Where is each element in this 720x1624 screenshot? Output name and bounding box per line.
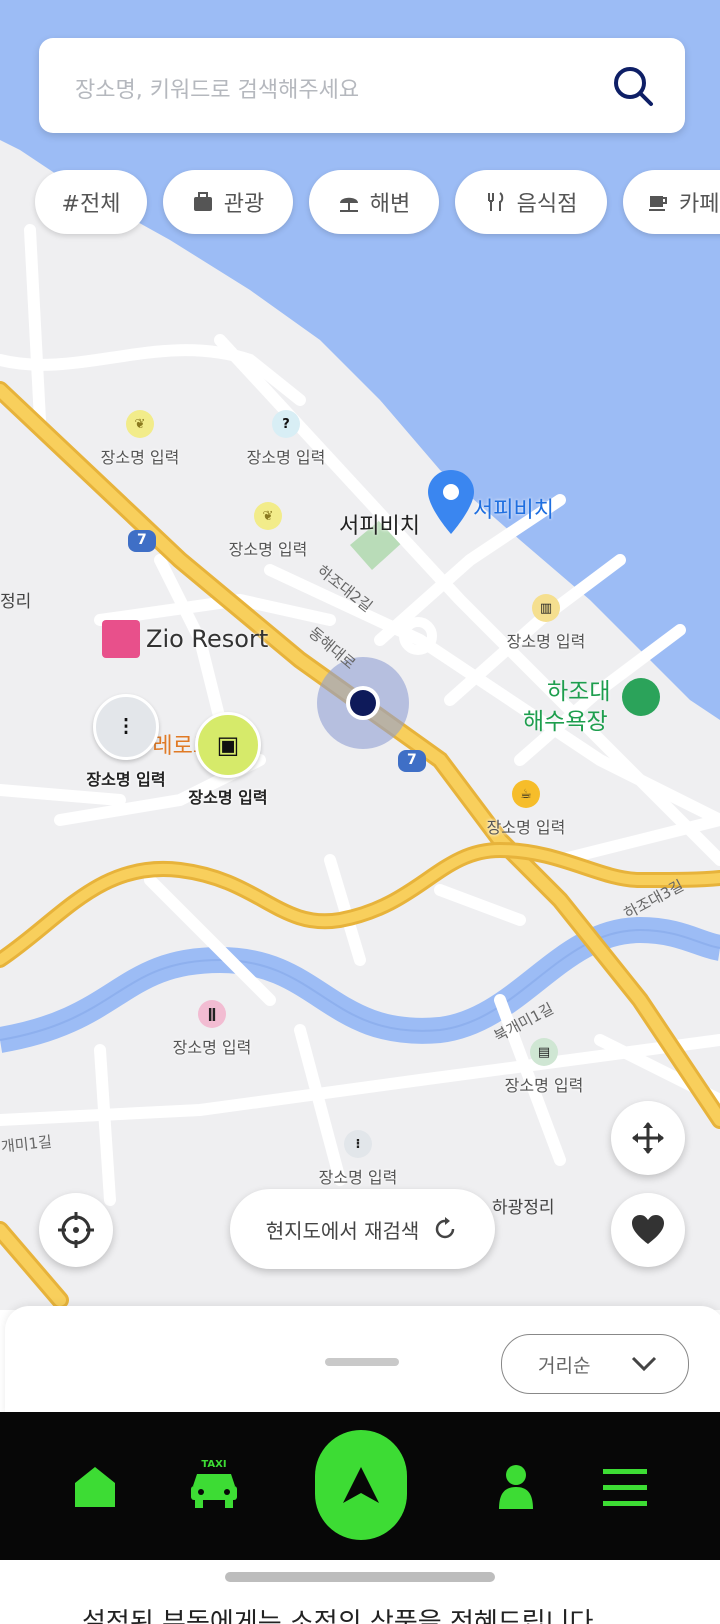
place-label-zio-resort[interactable]: Zio Resort xyxy=(102,620,268,658)
map-view[interactable]: 7 7 하조대2길 동해대로 하조대3길 북개미1길 서피비치 서피비치 Zio… xyxy=(0,0,720,1310)
route-7-label: 7 xyxy=(407,752,417,768)
leaf-icon: ❦ xyxy=(254,502,282,530)
search-icon[interactable] xyxy=(611,64,655,108)
sheet-handle[interactable] xyxy=(325,1358,399,1366)
poi-marker[interactable]: ⁝ 장소명 입력 xyxy=(308,1130,408,1188)
poi-marker-selected[interactable]: ⁝ 장소명 입력 xyxy=(76,694,176,790)
chevron-down-icon xyxy=(631,1356,657,1372)
chip-cafe[interactable]: 카페 xyxy=(623,170,720,234)
my-location-button[interactable] xyxy=(39,1193,113,1267)
chip-all[interactable]: #전체 xyxy=(35,170,147,234)
tab-profile[interactable] xyxy=(496,1460,536,1512)
home-indicator xyxy=(225,1572,495,1582)
chip-restaurant[interactable]: 음식점 xyxy=(455,170,607,234)
tab-navigation[interactable] xyxy=(315,1430,407,1540)
info-icon: ? xyxy=(272,410,300,438)
suitcase-icon xyxy=(193,192,212,211)
bottom-area: 설정된 부동에게는 소정의 상품을 전혜드립니다. xyxy=(0,1560,720,1624)
beach-umbrella-icon[interactable] xyxy=(622,678,660,716)
map-pin-icon xyxy=(428,470,474,534)
place-label-hajodae: 하조대 xyxy=(547,679,611,705)
leaf-icon: ❦ xyxy=(126,410,154,438)
chip-beach[interactable]: 해변 xyxy=(309,170,439,234)
home-icon xyxy=(75,1467,115,1507)
coffee-icon: ☕ xyxy=(512,780,540,808)
notice-ticker[interactable]: 설정된 부동에게는 소정의 상품을 전혜드립니다. xyxy=(82,1602,602,1624)
bottom-sheet[interactable]: 거리순 xyxy=(5,1306,720,1416)
move-arrows-icon xyxy=(632,1122,664,1154)
utensils-icon xyxy=(487,192,503,211)
tab-bar: TAXI xyxy=(0,1412,720,1560)
favorite-button[interactable] xyxy=(611,1193,685,1267)
route-7-label: 7 xyxy=(137,532,147,548)
poi-marker[interactable]: ǁ 장소명 입력 xyxy=(162,1000,262,1058)
poi-marker[interactable]: ▥ 장소명 입력 xyxy=(496,594,596,652)
refresh-icon xyxy=(436,1217,455,1239)
poi-marker[interactable]: ? 장소명 입력 xyxy=(236,410,336,468)
place-label-seopi-beach: 서피비치 xyxy=(339,514,420,539)
traffic-light-icon: ⁝ xyxy=(344,1130,372,1158)
traffic-light-icon: ⁝ xyxy=(93,694,159,760)
poi-marker-selected[interactable]: ▣ 장소명 입력 xyxy=(178,712,278,808)
gallery-icon: ▣ xyxy=(195,712,261,778)
place-label-hajodae-beach: 해수욕장 xyxy=(523,709,608,735)
poi-marker[interactable]: ☕ 장소명 입력 xyxy=(476,780,576,838)
search-placeholder[interactable]: 장소명, 키워드로 검색해주세요 xyxy=(75,72,359,104)
search-bar[interactable]: 장소명, 키워드로 검색해주세요 xyxy=(39,38,685,133)
resort-icon xyxy=(102,620,140,658)
crosshair-icon xyxy=(58,1212,94,1248)
research-here-button[interactable]: 현지도에서 재검색 xyxy=(230,1189,495,1269)
beach-umbrella-icon xyxy=(339,197,358,212)
coffee-icon xyxy=(649,196,667,211)
profile-icon xyxy=(499,1465,533,1509)
tab-menu[interactable] xyxy=(602,1464,648,1510)
tab-taxi[interactable]: TAXI xyxy=(186,1454,242,1514)
tab-home[interactable] xyxy=(70,1462,120,1512)
chip-tour[interactable]: 관광 xyxy=(163,170,293,234)
poi-marker[interactable]: ❦ 장소명 입력 xyxy=(218,502,318,560)
place-label-seopi-beach-pin: 서피비치 xyxy=(473,498,554,523)
move-button[interactable] xyxy=(611,1101,685,1175)
parking-icon: ▤ xyxy=(530,1038,558,1066)
building-icon: ▥ xyxy=(532,594,560,622)
restroom-icon: ǁ xyxy=(198,1000,226,1028)
map-pin-seopi-beach[interactable] xyxy=(428,470,474,538)
navigation-arrow-icon xyxy=(343,1467,379,1503)
poi-marker[interactable]: ▤ 장소명 입력 xyxy=(494,1038,594,1096)
sort-dropdown[interactable]: 거리순 xyxy=(501,1334,689,1394)
place-label-jeongri: 정리 xyxy=(0,592,32,612)
heart-icon xyxy=(632,1215,664,1244)
place-label-hagwang: 하광정리 xyxy=(492,1198,555,1218)
menu-icon xyxy=(603,1469,647,1506)
taxi-icon xyxy=(191,1473,237,1508)
poi-marker[interactable]: ❦ 장소명 입력 xyxy=(90,410,190,468)
